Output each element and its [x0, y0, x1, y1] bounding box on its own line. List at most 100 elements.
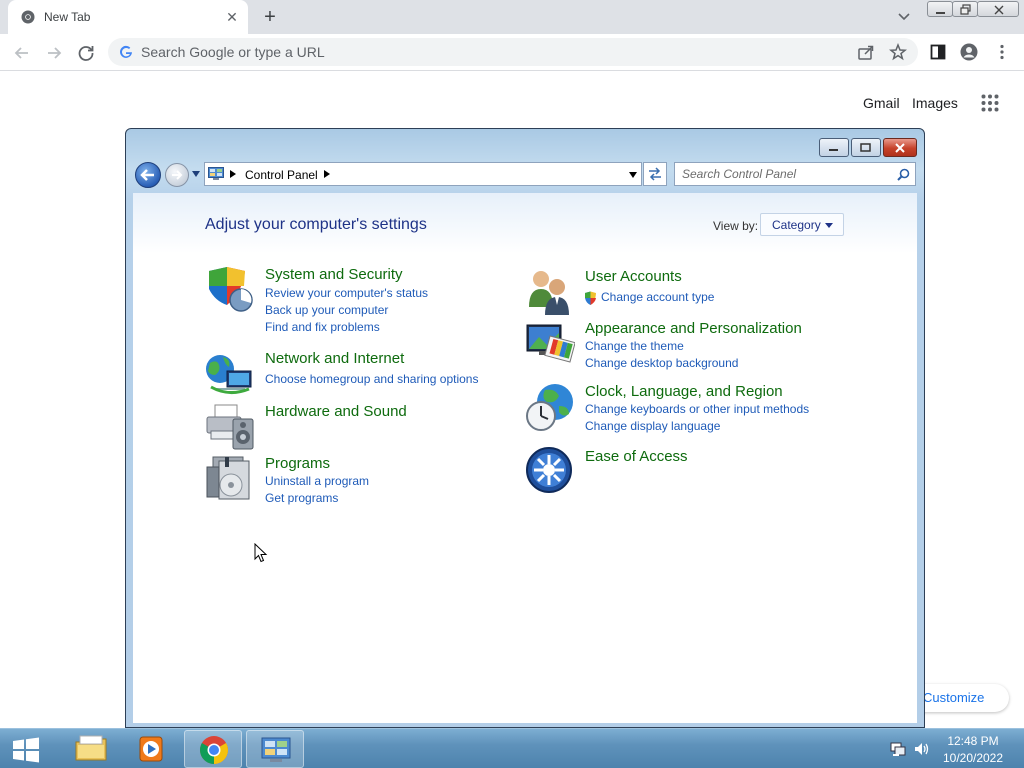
- category-title[interactable]: Appearance and Personalization: [585, 320, 802, 337]
- category-link[interactable]: Change display language: [585, 419, 720, 433]
- category-title[interactable]: Ease of Access: [585, 448, 688, 465]
- ease-of-access-icon[interactable]: [525, 446, 575, 496]
- omnibox[interactable]: [108, 38, 918, 66]
- restore-icon: [960, 4, 971, 15]
- users-icon[interactable]: [525, 267, 575, 317]
- taskbar-control-panel[interactable]: [246, 730, 304, 768]
- category-link[interactable]: Find and fix problems: [265, 320, 380, 334]
- category-link[interactable]: Change the theme: [585, 339, 684, 353]
- category-link[interactable]: Change account type: [601, 290, 714, 304]
- images-link[interactable]: Images: [912, 95, 958, 111]
- category-link[interactable]: Change keyboards or other input methods: [585, 402, 809, 416]
- view-by-value: Category: [772, 218, 821, 232]
- recent-pages-chevron-icon[interactable]: [192, 171, 200, 177]
- search-icon[interactable]: [897, 168, 910, 181]
- category-link[interactable]: Change desktop background: [585, 356, 738, 370]
- tab-search-chevron-icon[interactable]: [896, 10, 912, 24]
- category-system-security: System and Security Review your computer…: [205, 265, 505, 335]
- maximize-icon: [860, 142, 871, 152]
- category-title[interactable]: User Accounts: [585, 268, 682, 285]
- refresh-arrows-icon: [649, 167, 661, 181]
- taskbar-file-explorer[interactable]: [62, 730, 120, 768]
- share-icon[interactable]: [857, 43, 875, 61]
- tab-title: New Tab: [44, 10, 91, 24]
- cp-search-box[interactable]: [674, 162, 916, 186]
- close-icon: [994, 5, 1004, 15]
- display-icon[interactable]: [525, 319, 575, 369]
- cp-close-button[interactable]: [883, 138, 917, 157]
- taskbar: 12:48 PM 10/20/2022: [0, 728, 1024, 768]
- close-window-button[interactable]: [977, 1, 1019, 17]
- taskbar-chrome[interactable]: [184, 730, 242, 768]
- browser-toolbar: [0, 34, 1024, 71]
- breadcrumb-control-panel[interactable]: Control Panel: [245, 168, 318, 182]
- cp-maximize-button[interactable]: [851, 138, 881, 157]
- category-link[interactable]: Back up your computer: [265, 303, 388, 317]
- view-by-dropdown[interactable]: Category: [760, 213, 844, 236]
- printer-speaker-icon[interactable]: [205, 401, 255, 451]
- media-player-icon: [139, 736, 163, 762]
- clock-date[interactable]: 10/20/2022: [935, 751, 1011, 765]
- taskbar-media-player[interactable]: [122, 730, 180, 768]
- tab-new-tab[interactable]: New Tab ✕: [8, 0, 248, 34]
- bookmark-star-icon[interactable]: [889, 43, 907, 61]
- category-appearance: Appearance and Personalization Change th…: [525, 319, 855, 371]
- network-tray-icon[interactable]: [890, 741, 906, 757]
- globe-clock-icon[interactable]: [525, 382, 575, 432]
- programs-icon[interactable]: [205, 453, 255, 503]
- clock-time[interactable]: 12:48 PM: [935, 734, 1011, 748]
- volume-tray-icon[interactable]: [914, 741, 930, 757]
- uac-shield-icon: [585, 291, 596, 305]
- minimize-button[interactable]: [927, 1, 953, 17]
- reload-icon[interactable]: [75, 42, 97, 64]
- network-icon[interactable]: [205, 349, 255, 399]
- profile-avatar-icon[interactable]: [960, 43, 978, 61]
- minimize-icon: [829, 148, 838, 151]
- cp-refresh-button[interactable]: [643, 162, 667, 186]
- cp-address-bar[interactable]: Control Panel: [204, 162, 642, 186]
- category-user-accounts: User Accounts Change account type: [525, 267, 855, 317]
- shield-icon[interactable]: [205, 265, 255, 315]
- category-title[interactable]: Network and Internet: [265, 350, 404, 367]
- cp-forward-button[interactable]: [165, 163, 189, 187]
- side-panel-icon[interactable]: [929, 43, 947, 61]
- google-apps-grid-icon[interactable]: [981, 94, 999, 112]
- category-link[interactable]: Uninstall a program: [265, 474, 369, 488]
- chrome-icon: [200, 736, 228, 764]
- category-link[interactable]: Choose homegroup and sharing options: [265, 372, 478, 386]
- windows-start-icon[interactable]: [12, 737, 40, 763]
- omnibox-input[interactable]: [141, 38, 821, 66]
- minimize-icon: [936, 12, 945, 14]
- new-tab-button[interactable]: +: [260, 7, 280, 27]
- tab-strip: New Tab ✕ +: [0, 0, 1024, 34]
- cp-minimize-button[interactable]: [819, 138, 849, 157]
- file-explorer-icon: [75, 735, 107, 761]
- close-icon: [895, 142, 905, 153]
- category-title[interactable]: Clock, Language, and Region: [585, 383, 783, 400]
- cp-search-input[interactable]: [682, 163, 882, 185]
- cp-back-button[interactable]: [135, 162, 161, 188]
- google-g-icon: [120, 45, 132, 58]
- address-dropdown-icon[interactable]: [629, 172, 637, 178]
- tab-close-icon[interactable]: ✕: [224, 9, 240, 25]
- category-title[interactable]: Programs: [265, 455, 330, 472]
- chevron-down-icon: [825, 223, 833, 228]
- category-link[interactable]: Get programs: [265, 491, 338, 505]
- breadcrumb-arrow-icon[interactable]: [230, 170, 236, 178]
- breadcrumb-arrow-icon[interactable]: [324, 170, 330, 178]
- gmail-link[interactable]: Gmail: [863, 95, 900, 111]
- chrome-favicon-icon: [21, 10, 35, 24]
- customize-chrome-label: Customize Chrome: [923, 690, 985, 705]
- restore-button[interactable]: [952, 1, 978, 17]
- category-clock-language-region: Clock, Language, and Region Change keybo…: [525, 382, 855, 434]
- view-by-label: View by:: [713, 219, 759, 233]
- cp-content-pane: Adjust your computer's settings View by:…: [133, 193, 917, 723]
- category-title[interactable]: System and Security: [265, 266, 403, 283]
- category-title[interactable]: Hardware and Sound: [265, 403, 407, 420]
- forward-arrow-icon[interactable]: [43, 42, 65, 64]
- kebab-menu-icon[interactable]: [993, 43, 1011, 61]
- category-programs: Programs Uninstall a program Get program…: [205, 453, 505, 505]
- back-arrow-icon[interactable]: [11, 42, 33, 64]
- category-link[interactable]: Review your computer's status: [265, 286, 428, 300]
- control-panel-icon: [208, 167, 224, 180]
